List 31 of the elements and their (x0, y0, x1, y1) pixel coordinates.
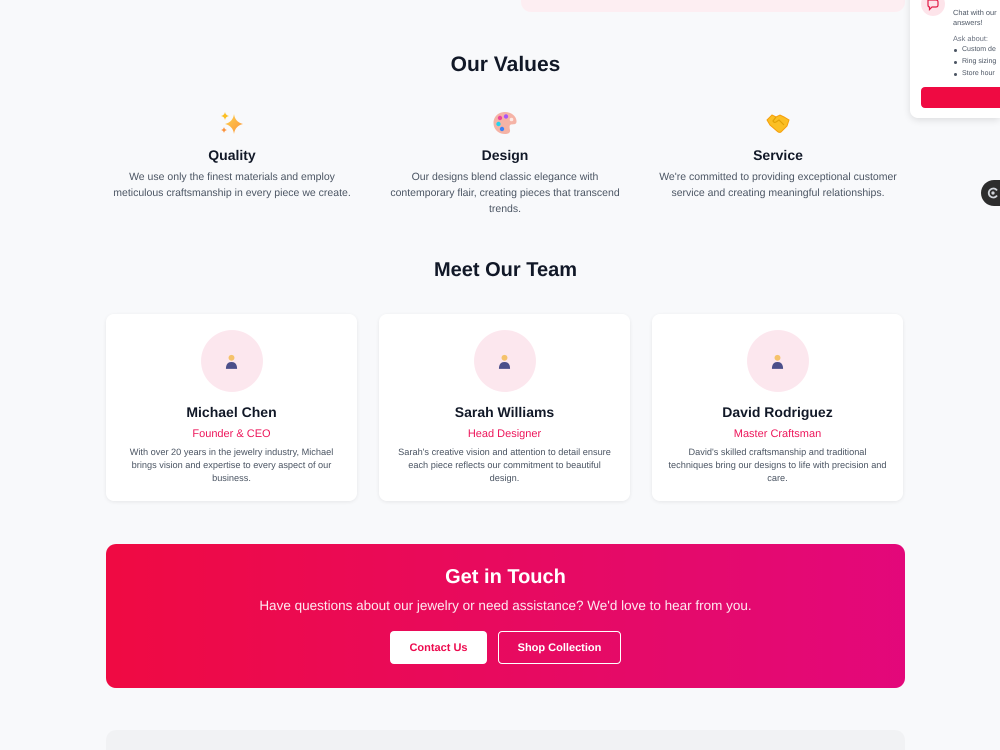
section-heading: Meet Our Team (433, 258, 578, 282)
ring-icon (987, 187, 999, 199)
bullet-icon (954, 60, 957, 64)
section-heading: Our Values (450, 52, 562, 78)
member-bio: With over 20 years in the jewelry industry, Michael brings vision and expertise to every aspect of our business. (128, 446, 334, 485)
value-description: We're committed to providing exceptional customer service and creating meaningful relationships. (658, 170, 898, 201)
value-title: Design (482, 147, 528, 164)
member-name: Michael Chen (186, 404, 277, 421)
person-icon (771, 354, 784, 368)
value-description: We use only the finest materials and employ meticulous craftsmanship in every piece we create. (112, 170, 352, 201)
banner-text: Have questions about our jewelry or need assistance? We'd love to hear from you. (259, 597, 752, 615)
member-bio: Sarah's creative vision and attention to detail ensure each piece reflects our commitment to beautiful design. (397, 446, 612, 485)
value-title: Service (753, 147, 803, 164)
bullet-icon (954, 72, 957, 76)
chat-toggle-button[interactable] (981, 180, 1000, 206)
sparkles-icon (220, 111, 244, 135)
bullet-icon (954, 48, 957, 52)
member-role: Master Craftsman (734, 427, 822, 441)
member-role: Head Designer (468, 427, 542, 441)
shop-button[interactable]: Shop Collection (498, 631, 621, 664)
contact-button[interactable]: Contact Us (390, 631, 487, 664)
banner-title: Get in Touch (445, 565, 566, 589)
palette-icon (493, 111, 517, 135)
member-name: David Rodriguez (722, 404, 833, 421)
member-name: Sarah Williams (454, 404, 554, 421)
person-icon (498, 354, 511, 368)
member-bio: David's skilled craftsmanship and traditional techniques bring our designs to life with precision and care. (667, 446, 888, 485)
person-icon (225, 354, 238, 368)
member-role: Founder & CEO (192, 427, 271, 441)
value-description: Our designs blend classic elegance with contemporary flair, creating pieces that transcend trends. (389, 170, 621, 217)
value-title: Quality (208, 147, 256, 164)
